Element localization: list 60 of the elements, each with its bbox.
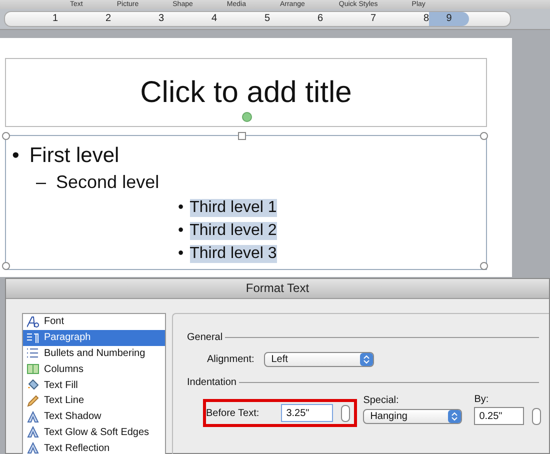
- font-icon: [27, 316, 39, 328]
- title-placeholder[interactable]: Click to add title: [5, 58, 487, 127]
- bullet-mark: •: [12, 144, 20, 168]
- resize-handle[interactable]: [480, 132, 488, 140]
- stepper[interactable]: [532, 408, 542, 424]
- category-item[interactable]: Bullets and Numbering: [23, 346, 165, 362]
- pencil-icon: [27, 394, 39, 407]
- columns-icon: [27, 363, 39, 376]
- bullet-text: First level: [29, 144, 120, 168]
- bullet-text: Third level 3: [190, 245, 277, 263]
- ruler-number: 7: [369, 12, 376, 26]
- resize-handle[interactable]: [480, 262, 488, 270]
- category-item[interactable]: Text Shadow: [23, 408, 165, 425]
- ruler-number: 5: [263, 12, 270, 26]
- category-item[interactable]: Text Glow & Soft Edges: [23, 424, 165, 440]
- before-text-field[interactable]: 3.25": [281, 404, 334, 422]
- category-item[interactable]: Paragraph: [23, 330, 165, 346]
- letter-a-icon: [27, 426, 39, 438]
- bullet-mark: •: [178, 199, 184, 217]
- rotation-handle[interactable]: [242, 112, 252, 122]
- resize-handle[interactable]: [2, 262, 10, 270]
- updown-arrows-icon: [451, 412, 458, 421]
- section-heading: Indentation: [187, 377, 236, 388]
- resize-handle[interactable]: [238, 132, 246, 140]
- ruler-number: 2: [104, 12, 111, 26]
- ruler-number: 1: [51, 12, 58, 26]
- field-label: Special:: [363, 395, 400, 406]
- field-label: Alignment:: [207, 354, 254, 365]
- ruler-number: 9: [429, 12, 469, 26]
- dialog-title: Format Text: [6, 279, 549, 299]
- by-field[interactable]: 0.25": [474, 407, 524, 425]
- letter-a-icon: [27, 442, 39, 454]
- category-item[interactable]: Text Fill: [23, 377, 165, 393]
- ruler-number: 4: [210, 12, 217, 26]
- alignment-dropdown[interactable]: Left: [264, 352, 374, 367]
- ruler-number: 6: [316, 12, 323, 26]
- bullet-text: Second level: [56, 172, 160, 193]
- category-item[interactable]: Columns: [23, 361, 165, 378]
- paragraph-icon: [27, 332, 39, 344]
- bullet-text: Third level 2: [190, 222, 277, 240]
- resize-handle[interactable]: [2, 132, 10, 140]
- category-item[interactable]: Font: [23, 314, 165, 330]
- section-heading: General: [187, 332, 223, 343]
- bullet-mark: •: [178, 245, 184, 263]
- category-item[interactable]: Text Line: [23, 392, 165, 409]
- bullet-text: Third level 1: [190, 199, 277, 217]
- ruler-number: 8: [422, 12, 429, 26]
- paint-bucket-icon: [27, 379, 39, 392]
- ruler-number: 3: [157, 12, 164, 26]
- field-label: Before Text:: [206, 408, 260, 418]
- field-label: By:: [474, 394, 490, 405]
- ruler[interactable]: 1 2 3 4 5 6 7 8 9: [4, 11, 511, 27]
- letter-a-icon: [27, 410, 39, 423]
- bullet-mark: •: [178, 222, 184, 240]
- updown-arrows-icon: [363, 355, 370, 364]
- special-dropdown[interactable]: Hanging: [363, 409, 462, 424]
- stepper[interactable]: [341, 404, 350, 422]
- bullet-mark: –: [36, 172, 46, 193]
- list-icon: [27, 347, 39, 360]
- category-item[interactable]: Text Reflection: [23, 440, 165, 454]
